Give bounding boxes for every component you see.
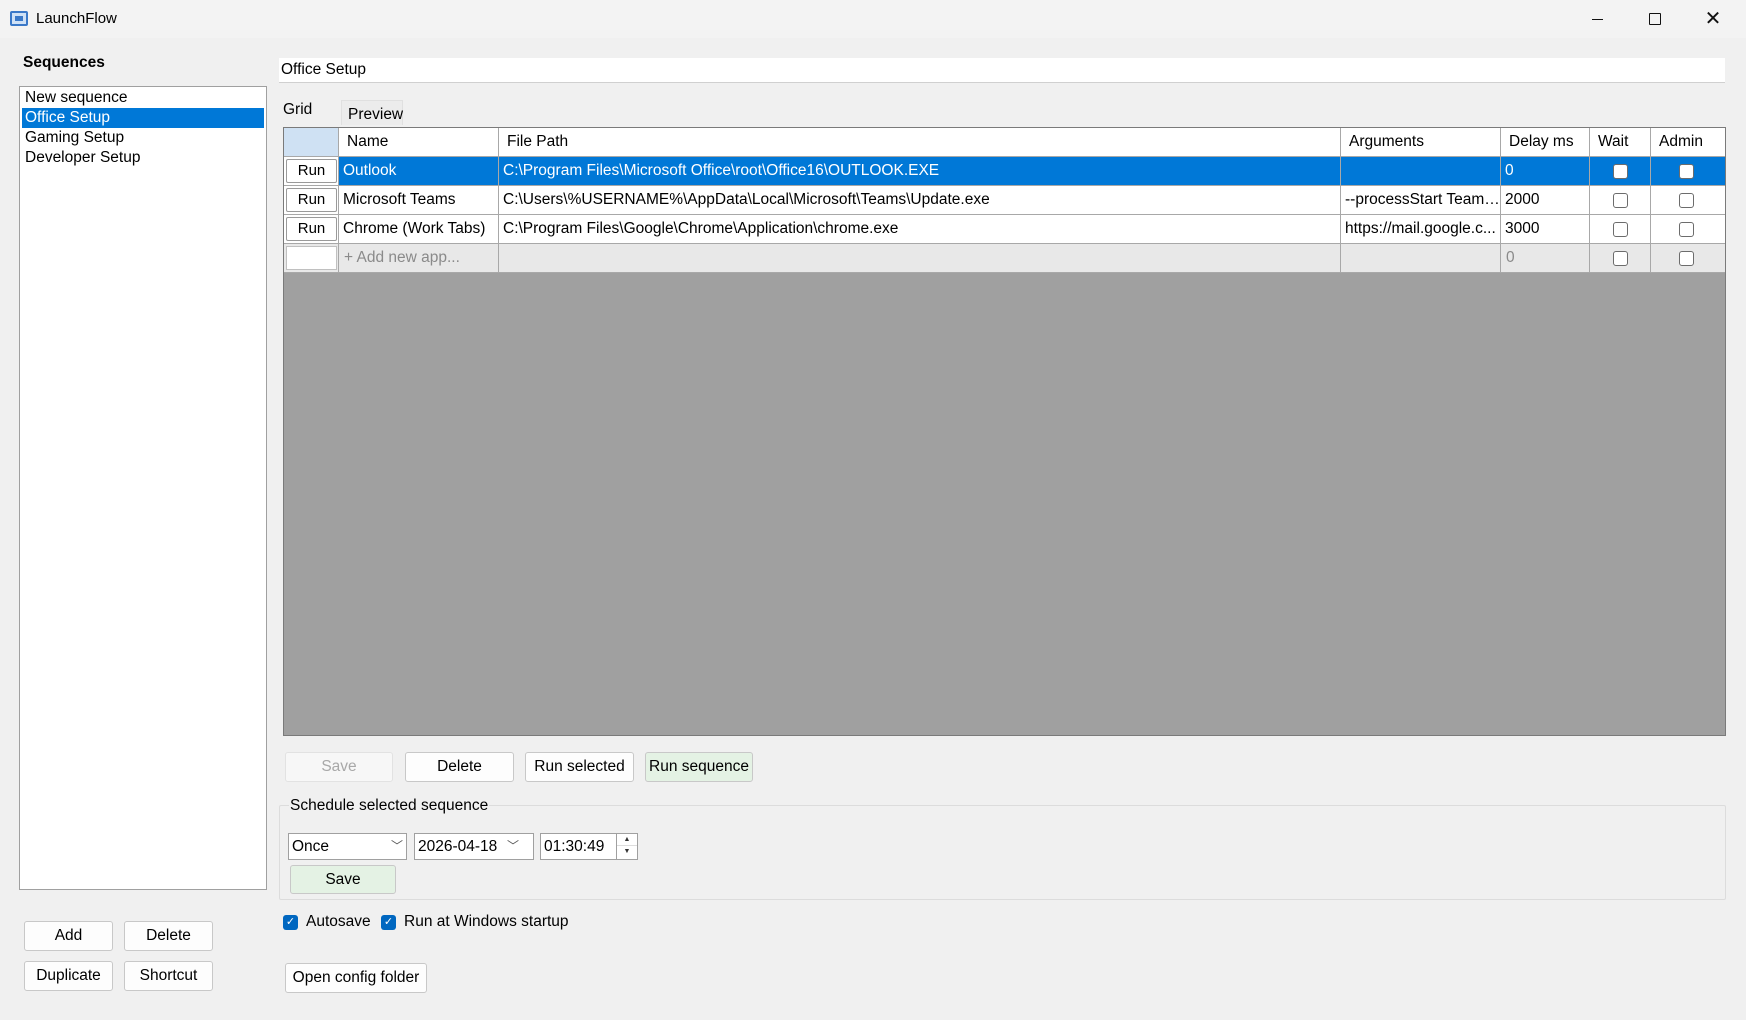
close-icon: ✕ [1704, 8, 1722, 30]
column-header-arguments[interactable]: Arguments [1341, 128, 1501, 157]
sequence-item[interactable]: Gaming Setup [22, 128, 264, 148]
app-name-cell[interactable]: Chrome (Work Tabs) [339, 215, 499, 244]
admin-checkbox[interactable] [1679, 251, 1694, 266]
table-row[interactable]: Run Outlook C:\Program Files\Microsoft O… [284, 157, 1725, 186]
sequences-heading: Sequences [23, 54, 105, 71]
new-arguments-cell[interactable] [1341, 244, 1501, 273]
delay-cell[interactable]: 3000 [1501, 215, 1590, 244]
column-header-admin[interactable]: Admin [1651, 128, 1725, 157]
schedule-title: Schedule selected sequence [289, 797, 490, 815]
minimize-icon [1591, 18, 1603, 20]
admin-checkbox[interactable] [1679, 164, 1694, 179]
wait-cell [1590, 215, 1651, 244]
new-file-path-cell[interactable] [499, 244, 1341, 273]
column-header-file-path[interactable]: File Path [499, 128, 1341, 157]
time-input[interactable]: 01:30:49 [540, 833, 617, 860]
table-row[interactable]: Run Microsoft Teams C:\Users\%USERNAME%\… [284, 186, 1725, 215]
wait-checkbox[interactable] [1613, 193, 1628, 208]
monitor-icon [10, 11, 28, 26]
admin-cell [1651, 215, 1725, 244]
file-path-cell[interactable]: C:\Users\%USERNAME%\AppData\Local\Micros… [499, 186, 1341, 215]
run-sequence-button[interactable]: Run sequence [645, 752, 753, 782]
sequence-item[interactable]: Developer Setup [22, 148, 264, 168]
file-path-cell[interactable]: C:\Program Files\Google\Chrome\Applicati… [499, 215, 1341, 244]
run-cell: Run [284, 215, 339, 244]
admin-cell [1651, 186, 1725, 215]
duplicate-sequence-button[interactable]: Duplicate [24, 961, 113, 991]
wait-cell [1590, 186, 1651, 215]
date-picker[interactable]: 2026-04-18 ﹀ [414, 833, 534, 860]
new-row-header [284, 244, 339, 273]
run-app-button[interactable]: Run [286, 188, 337, 212]
sequence-name-input[interactable]: Office Setup [279, 58, 1725, 83]
spin-down-icon[interactable]: ▼ [617, 846, 637, 858]
admin-checkbox[interactable] [1679, 222, 1694, 237]
app-name-cell[interactable]: Microsoft Teams [339, 186, 499, 215]
new-wait-cell [1590, 244, 1651, 273]
autosave-option[interactable]: ✓ Autosave [283, 913, 371, 931]
table-row[interactable]: Run Chrome (Work Tabs) C:\Program Files\… [284, 215, 1725, 244]
chevron-down-icon: ﹀ [391, 839, 404, 853]
sequence-item[interactable]: New sequence [22, 88, 264, 108]
sequence-list[interactable]: New sequence Office Setup Gaming Setup D… [19, 86, 267, 890]
file-path-cell[interactable]: C:\Program Files\Microsoft Office\root\O… [499, 157, 1341, 186]
select-all-cell[interactable] [284, 128, 339, 157]
schedule-save-button[interactable]: Save [290, 865, 396, 894]
delete-app-button[interactable]: Delete [405, 752, 514, 782]
time-spinner[interactable]: ▲ ▼ [616, 833, 638, 860]
column-header-name[interactable]: Name [339, 128, 499, 157]
apps-grid[interactable]: Name File Path Arguments Delay ms Wait A… [283, 127, 1726, 736]
run-selected-button[interactable]: Run selected [525, 752, 634, 782]
shortcut-button[interactable]: Shortcut [124, 961, 213, 991]
run-cell: Run [284, 186, 339, 215]
admin-cell [1651, 157, 1725, 186]
run-cell: Run [284, 157, 339, 186]
delete-sequence-button[interactable]: Delete [124, 921, 213, 951]
startup-checkbox[interactable]: ✓ [381, 914, 396, 930]
autosave-checkbox[interactable]: ✓ [283, 914, 298, 930]
startup-label: Run at Windows startup [404, 913, 569, 930]
column-header-delay[interactable]: Delay ms [1501, 128, 1590, 157]
maximize-button[interactable] [1626, 0, 1684, 38]
window-title: LaunchFlow [36, 10, 117, 27]
new-delay-cell[interactable]: 0 [1501, 244, 1590, 273]
app-name-cell[interactable]: Outlook [339, 157, 499, 186]
add-sequence-button[interactable]: Add [24, 921, 113, 951]
wait-checkbox[interactable] [1613, 251, 1628, 266]
tab-preview[interactable]: Preview [341, 100, 403, 125]
save-button[interactable]: Save [285, 752, 393, 782]
minimize-button[interactable] [1568, 0, 1626, 38]
new-app-name-cell[interactable]: + Add new app... [339, 244, 499, 273]
date-value: 2026-04-18 [418, 838, 498, 855]
arguments-cell[interactable]: https://mail.google.c... [1341, 215, 1501, 244]
spin-up-icon[interactable]: ▲ [617, 834, 637, 846]
chevron-down-icon: ﹀ [507, 839, 520, 853]
delay-cell[interactable]: 0 [1501, 157, 1590, 186]
new-admin-cell [1651, 244, 1725, 273]
wait-checkbox[interactable] [1613, 164, 1628, 179]
frequency-value: Once [292, 838, 330, 855]
wait-cell [1590, 157, 1651, 186]
new-app-row[interactable]: + Add new app... 0 [284, 244, 1725, 273]
close-button[interactable]: ✕ [1684, 0, 1742, 38]
run-app-button[interactable]: Run [286, 159, 337, 183]
title-bar: LaunchFlow ✕ [0, 0, 1746, 38]
run-app-button[interactable]: Run [286, 217, 337, 241]
delay-cell[interactable]: 2000 [1501, 186, 1590, 215]
autosave-label: Autosave [306, 913, 371, 930]
grid-header: Name File Path Arguments Delay ms Wait A… [284, 128, 1725, 157]
admin-checkbox[interactable] [1679, 193, 1694, 208]
wait-checkbox[interactable] [1613, 222, 1628, 237]
new-row-indicator [286, 246, 337, 270]
column-header-wait[interactable]: Wait [1590, 128, 1651, 157]
tab-grid[interactable]: Grid [283, 101, 312, 119]
arguments-cell[interactable]: --processStart Teams... [1341, 186, 1501, 215]
arguments-cell[interactable] [1341, 157, 1501, 186]
frequency-select[interactable]: Once ﹀ [288, 833, 407, 860]
sequence-item-selected[interactable]: Office Setup [22, 108, 264, 128]
open-config-folder-button[interactable]: Open config folder [285, 963, 427, 993]
startup-option[interactable]: ✓ Run at Windows startup [381, 913, 569, 931]
maximize-icon [1649, 13, 1661, 25]
